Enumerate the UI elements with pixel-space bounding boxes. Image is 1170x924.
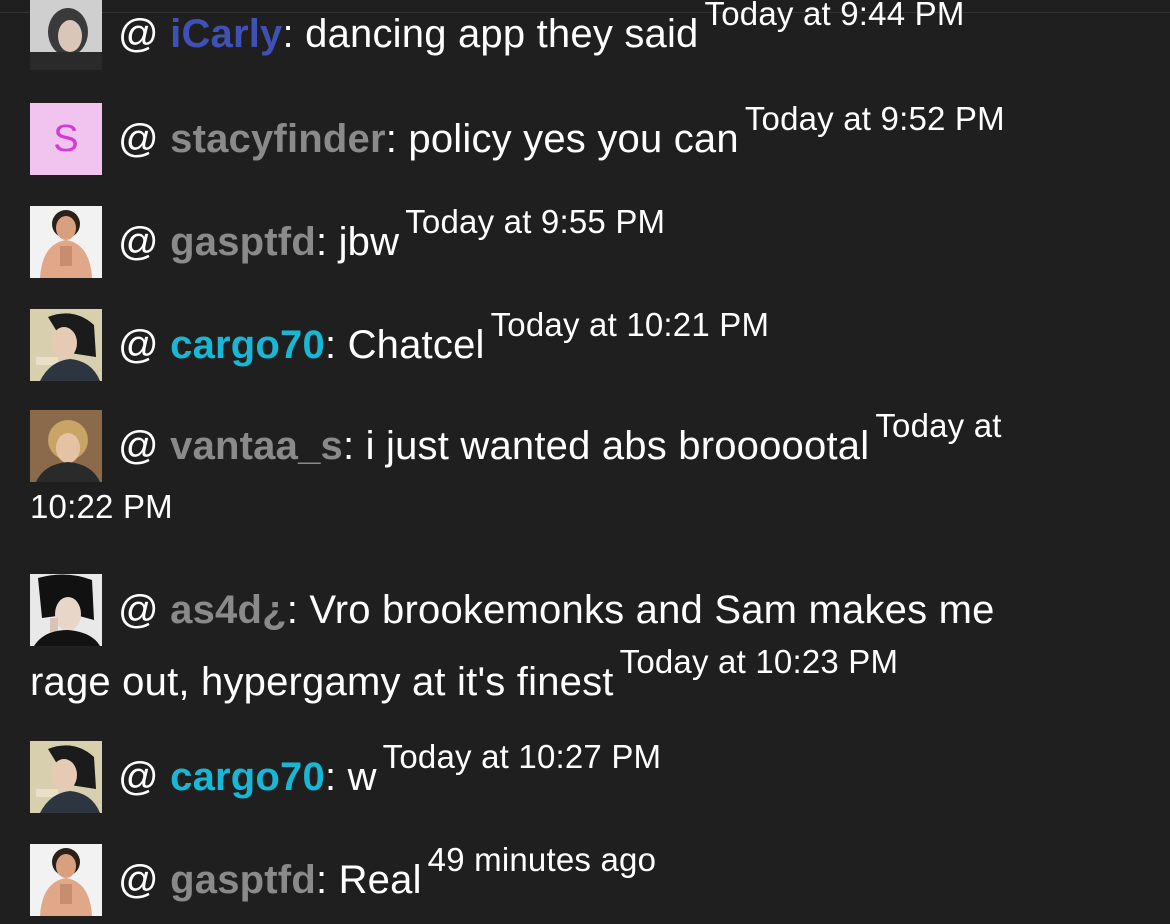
at-symbol: @	[118, 588, 171, 632]
avatar-photo-icon	[30, 844, 102, 916]
avatar-photo-icon	[30, 574, 102, 646]
timestamp: Today at 10:23 PM	[619, 643, 899, 680]
timestamp: Today at 10:27 PM	[382, 738, 662, 775]
message-text: : jbw	[315, 220, 400, 264]
timestamp: 49 minutes ago	[427, 841, 657, 878]
message-text: : w	[324, 755, 377, 799]
chat-message-continuation: rage out, hypergamy at it's finest Today …	[30, 643, 1140, 718]
username-link[interactable]: cargo70	[170, 755, 325, 799]
message-text: : Vro brookemonks and Sam makes me	[286, 588, 995, 632]
avatar-photo-icon	[30, 410, 102, 482]
avatar-letter: S	[53, 118, 79, 160]
message-text: : Real	[315, 858, 422, 902]
username-link[interactable]: as4d¿	[170, 588, 287, 632]
at-symbol: @	[118, 755, 171, 799]
chat-message: S @ stacyfinder: policy yes you can Today …	[30, 100, 1140, 175]
avatar-photo-icon	[30, 741, 102, 813]
username-link[interactable]: vantaa_s	[170, 424, 343, 468]
chat-message: @ gasptfd: Real 49 minutes ago	[30, 841, 1140, 916]
chat-message: @ vantaa_s: i just wanted abs broooootal…	[30, 407, 1140, 482]
at-symbol: @	[118, 858, 171, 902]
avatar-photo-icon	[30, 206, 102, 278]
timestamp: Today at	[875, 407, 1002, 444]
timestamp: Today at 9:52 PM	[744, 100, 1005, 137]
user-avatar[interactable]	[30, 741, 102, 813]
timestamp-continuation: 10:22 PM	[30, 488, 173, 525]
at-symbol: @	[118, 12, 171, 56]
timestamp: Today at 10:21 PM	[490, 306, 770, 343]
timestamp: Today at 9:55 PM	[405, 203, 666, 240]
username-link[interactable]: stacyfinder	[170, 117, 386, 161]
username-link[interactable]: cargo70	[170, 323, 325, 367]
message-text: : Chatcel	[324, 323, 485, 367]
chat-message: @ cargo70: Chatcel Today at 10:21 PM	[30, 306, 1140, 381]
avatar-photo-icon	[30, 309, 102, 381]
at-symbol: @	[118, 323, 171, 367]
user-avatar[interactable]	[30, 574, 102, 646]
avatar-photo-icon	[30, 0, 102, 70]
message-text: : dancing app they said	[282, 12, 699, 56]
at-symbol: @	[118, 220, 171, 264]
message-text: : policy yes you can	[385, 117, 739, 161]
timestamp: Today at 9:44 PM	[704, 0, 965, 32]
user-avatar[interactable]	[30, 206, 102, 278]
message-text: : i just wanted abs broooootal	[342, 424, 870, 468]
username-link[interactable]: gasptfd	[170, 220, 316, 264]
at-symbol: @	[118, 424, 171, 468]
user-avatar[interactable]	[30, 410, 102, 482]
chat-message: @ iCarly: dancing app they said Today at …	[30, 0, 1140, 70]
chat-message: @ as4d¿: Vro brookemonks and Sam makes m…	[30, 574, 1140, 646]
chat-message: @ cargo70: w Today at 10:27 PM	[30, 738, 1140, 813]
username-link[interactable]: iCarly	[170, 12, 282, 56]
user-avatar[interactable]	[30, 844, 102, 916]
user-avatar[interactable]: S	[30, 103, 102, 175]
username-link[interactable]: gasptfd	[170, 858, 316, 902]
chat-message: @ gasptfd: jbw Today at 9:55 PM	[30, 203, 1140, 278]
user-avatar[interactable]	[30, 309, 102, 381]
at-symbol: @	[118, 117, 171, 161]
message-text: rage out, hypergamy at it's finest	[30, 660, 614, 704]
user-avatar[interactable]	[30, 0, 102, 70]
